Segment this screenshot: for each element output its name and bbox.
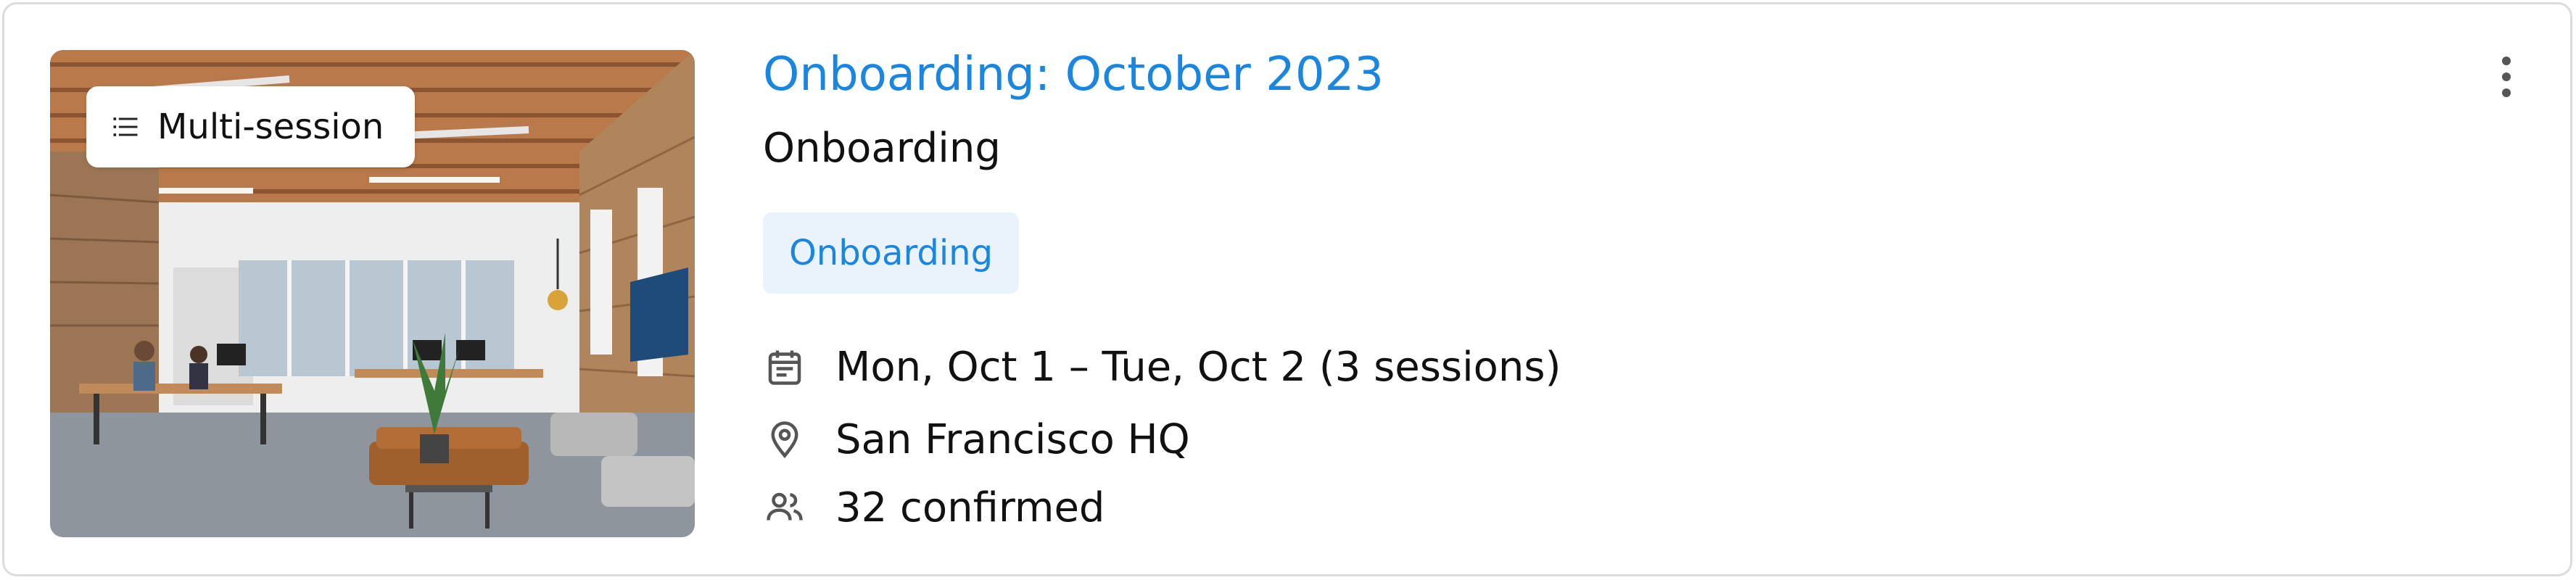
location-pin-icon	[771, 421, 798, 459]
calendar-icon	[768, 350, 801, 385]
attendees-row: 32 confirmed	[763, 478, 1105, 536]
badge-label: Multi-session	[157, 107, 384, 147]
multi-session-badge: Multi-session	[86, 86, 415, 167]
list-icon	[113, 117, 138, 136]
attendees-text: 32 confirmed	[835, 484, 1105, 531]
location-text: San Francisco HQ	[835, 415, 1190, 463]
people-icon	[767, 492, 803, 521]
date-row: Mon, Oct 1 – Tue, Oct 2 (3 sessions)	[763, 338, 1561, 396]
event-card[interactable]: Multi-session Onboarding: October 2023 O…	[2, 2, 2572, 576]
more-vertical-icon	[2502, 57, 2511, 97]
event-title-link[interactable]: Onboarding: October 2023	[763, 48, 1384, 102]
date-text: Mon, Oct 1 – Tue, Oct 2 (3 sessions)	[835, 343, 1561, 391]
event-tag[interactable]: Onboarding	[763, 212, 1020, 294]
more-options-button[interactable]	[2477, 48, 2535, 106]
location-row: San Francisco HQ	[763, 410, 1190, 468]
event-category: Onboarding	[763, 125, 1001, 172]
